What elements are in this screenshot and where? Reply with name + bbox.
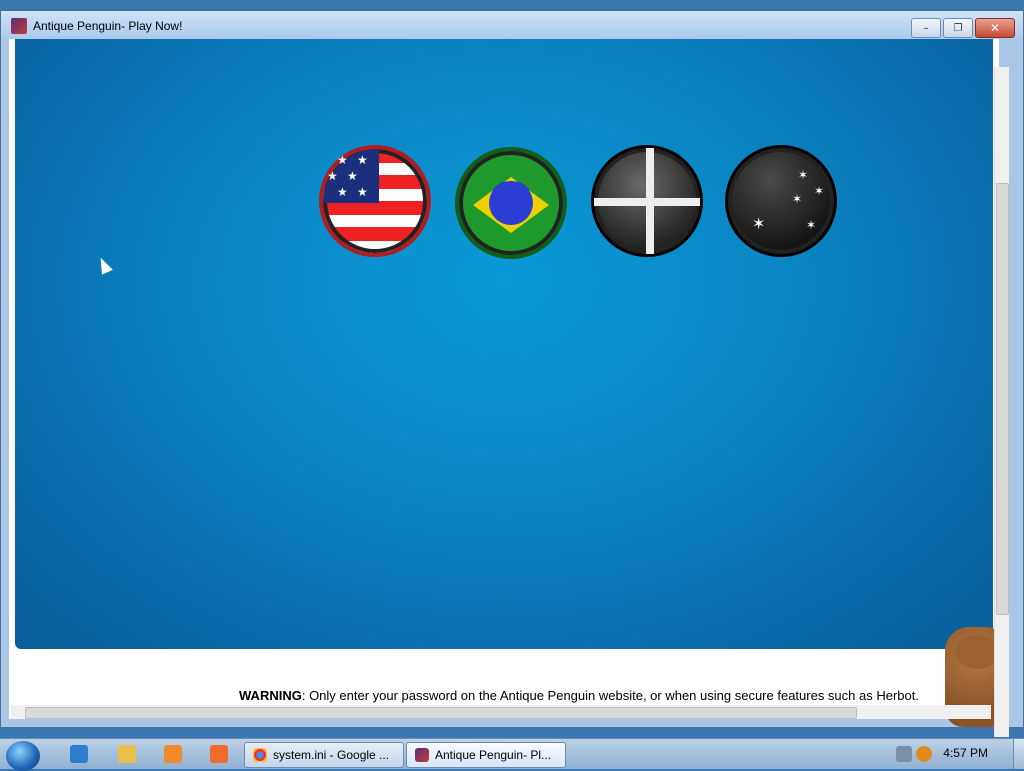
start-button[interactable] (6, 741, 40, 771)
browser-window: Antique Penguin- Play Now! – ❐ ✕ ★ ★ ★ ★… (0, 10, 1024, 737)
flag-brazil-button[interactable] (455, 147, 567, 259)
ie-icon[interactable] (70, 745, 88, 763)
app-icon (11, 18, 27, 34)
taskbar-item-label: Antique Penguin- Pl... (435, 748, 552, 762)
star-icon: ★ (337, 185, 348, 199)
minimize-button[interactable]: – (911, 18, 941, 38)
chrome-icon (253, 748, 267, 762)
close-icon: ✕ (989, 21, 1001, 35)
restore-icon: ❐ (953, 22, 963, 34)
folder-icon[interactable] (118, 745, 136, 763)
close-button[interactable]: ✕ (975, 18, 1015, 38)
vertical-scrollbar[interactable] (994, 67, 1009, 737)
star-icon: ★ (337, 153, 348, 167)
flag-uk-button[interactable] (591, 145, 703, 257)
flag-usa-canton: ★ ★ ★ ★ ★ ★ (323, 149, 379, 203)
flag-usa-button[interactable]: ★ ★ ★ ★ ★ ★ (319, 145, 431, 257)
window-titlebar[interactable]: Antique Penguin- Play Now! – ❐ ✕ (1, 11, 1023, 41)
show-desktop-button[interactable] (1013, 739, 1024, 769)
password-warning: WARNING: Only enter your password on the… (239, 688, 919, 703)
restore-button[interactable]: ❐ (943, 18, 973, 38)
star-icon: ★ (357, 153, 368, 167)
flag-brazil-globe (489, 181, 533, 225)
search-icon[interactable] (916, 746, 932, 762)
star-icon: ✶ (814, 184, 825, 198)
taskbar-item-chrome[interactable]: system.ini - Google ... (244, 742, 404, 768)
network-icon[interactable] (896, 746, 912, 762)
star-icon: ✶ (792, 192, 803, 206)
app-launcher-icon[interactable] (210, 745, 228, 763)
vertical-scrollbar-thumb[interactable] (996, 183, 1009, 615)
minimize-icon: – (923, 22, 929, 34)
media-player-icon[interactable] (164, 745, 182, 763)
flag-australia-button[interactable]: ✶ ✶ ✶ ✶ ✶ (725, 145, 837, 257)
app-icon (415, 748, 429, 762)
star-icon: ★ (347, 169, 358, 183)
game-stage[interactable]: ★ ★ ★ ★ ★ ★ ✶ ✶ ✶ ✶ ✶ (15, 39, 993, 649)
horizontal-scrollbar[interactable] (11, 705, 991, 719)
warning-label: WARNING (239, 688, 302, 703)
star-icon: ★ (357, 185, 368, 199)
star-icon: ✶ (798, 168, 809, 182)
warning-text: : Only enter your password on the Antiqu… (301, 688, 919, 703)
taskbar-item-antique-penguin[interactable]: Antique Penguin- Pl... (406, 742, 566, 768)
window-title: Antique Penguin- Play Now! (33, 19, 183, 33)
page-content: ★ ★ ★ ★ ★ ★ ✶ ✶ ✶ ✶ ✶ WARNING: Only ente… (9, 39, 1009, 737)
taskbar: system.ini - Google ... Antique Penguin-… (0, 738, 1024, 771)
window-controls: – ❐ ✕ (911, 18, 1015, 38)
horizontal-scrollbar-thumb[interactable] (25, 707, 857, 719)
star-icon: ✶ (806, 218, 817, 232)
mouse-cursor-icon (95, 255, 113, 275)
star-icon: ✶ (752, 214, 766, 233)
star-icon: ★ (327, 169, 338, 183)
clock[interactable]: 4:57 PM (943, 746, 988, 760)
taskbar-item-label: system.ini - Google ... (273, 748, 390, 762)
